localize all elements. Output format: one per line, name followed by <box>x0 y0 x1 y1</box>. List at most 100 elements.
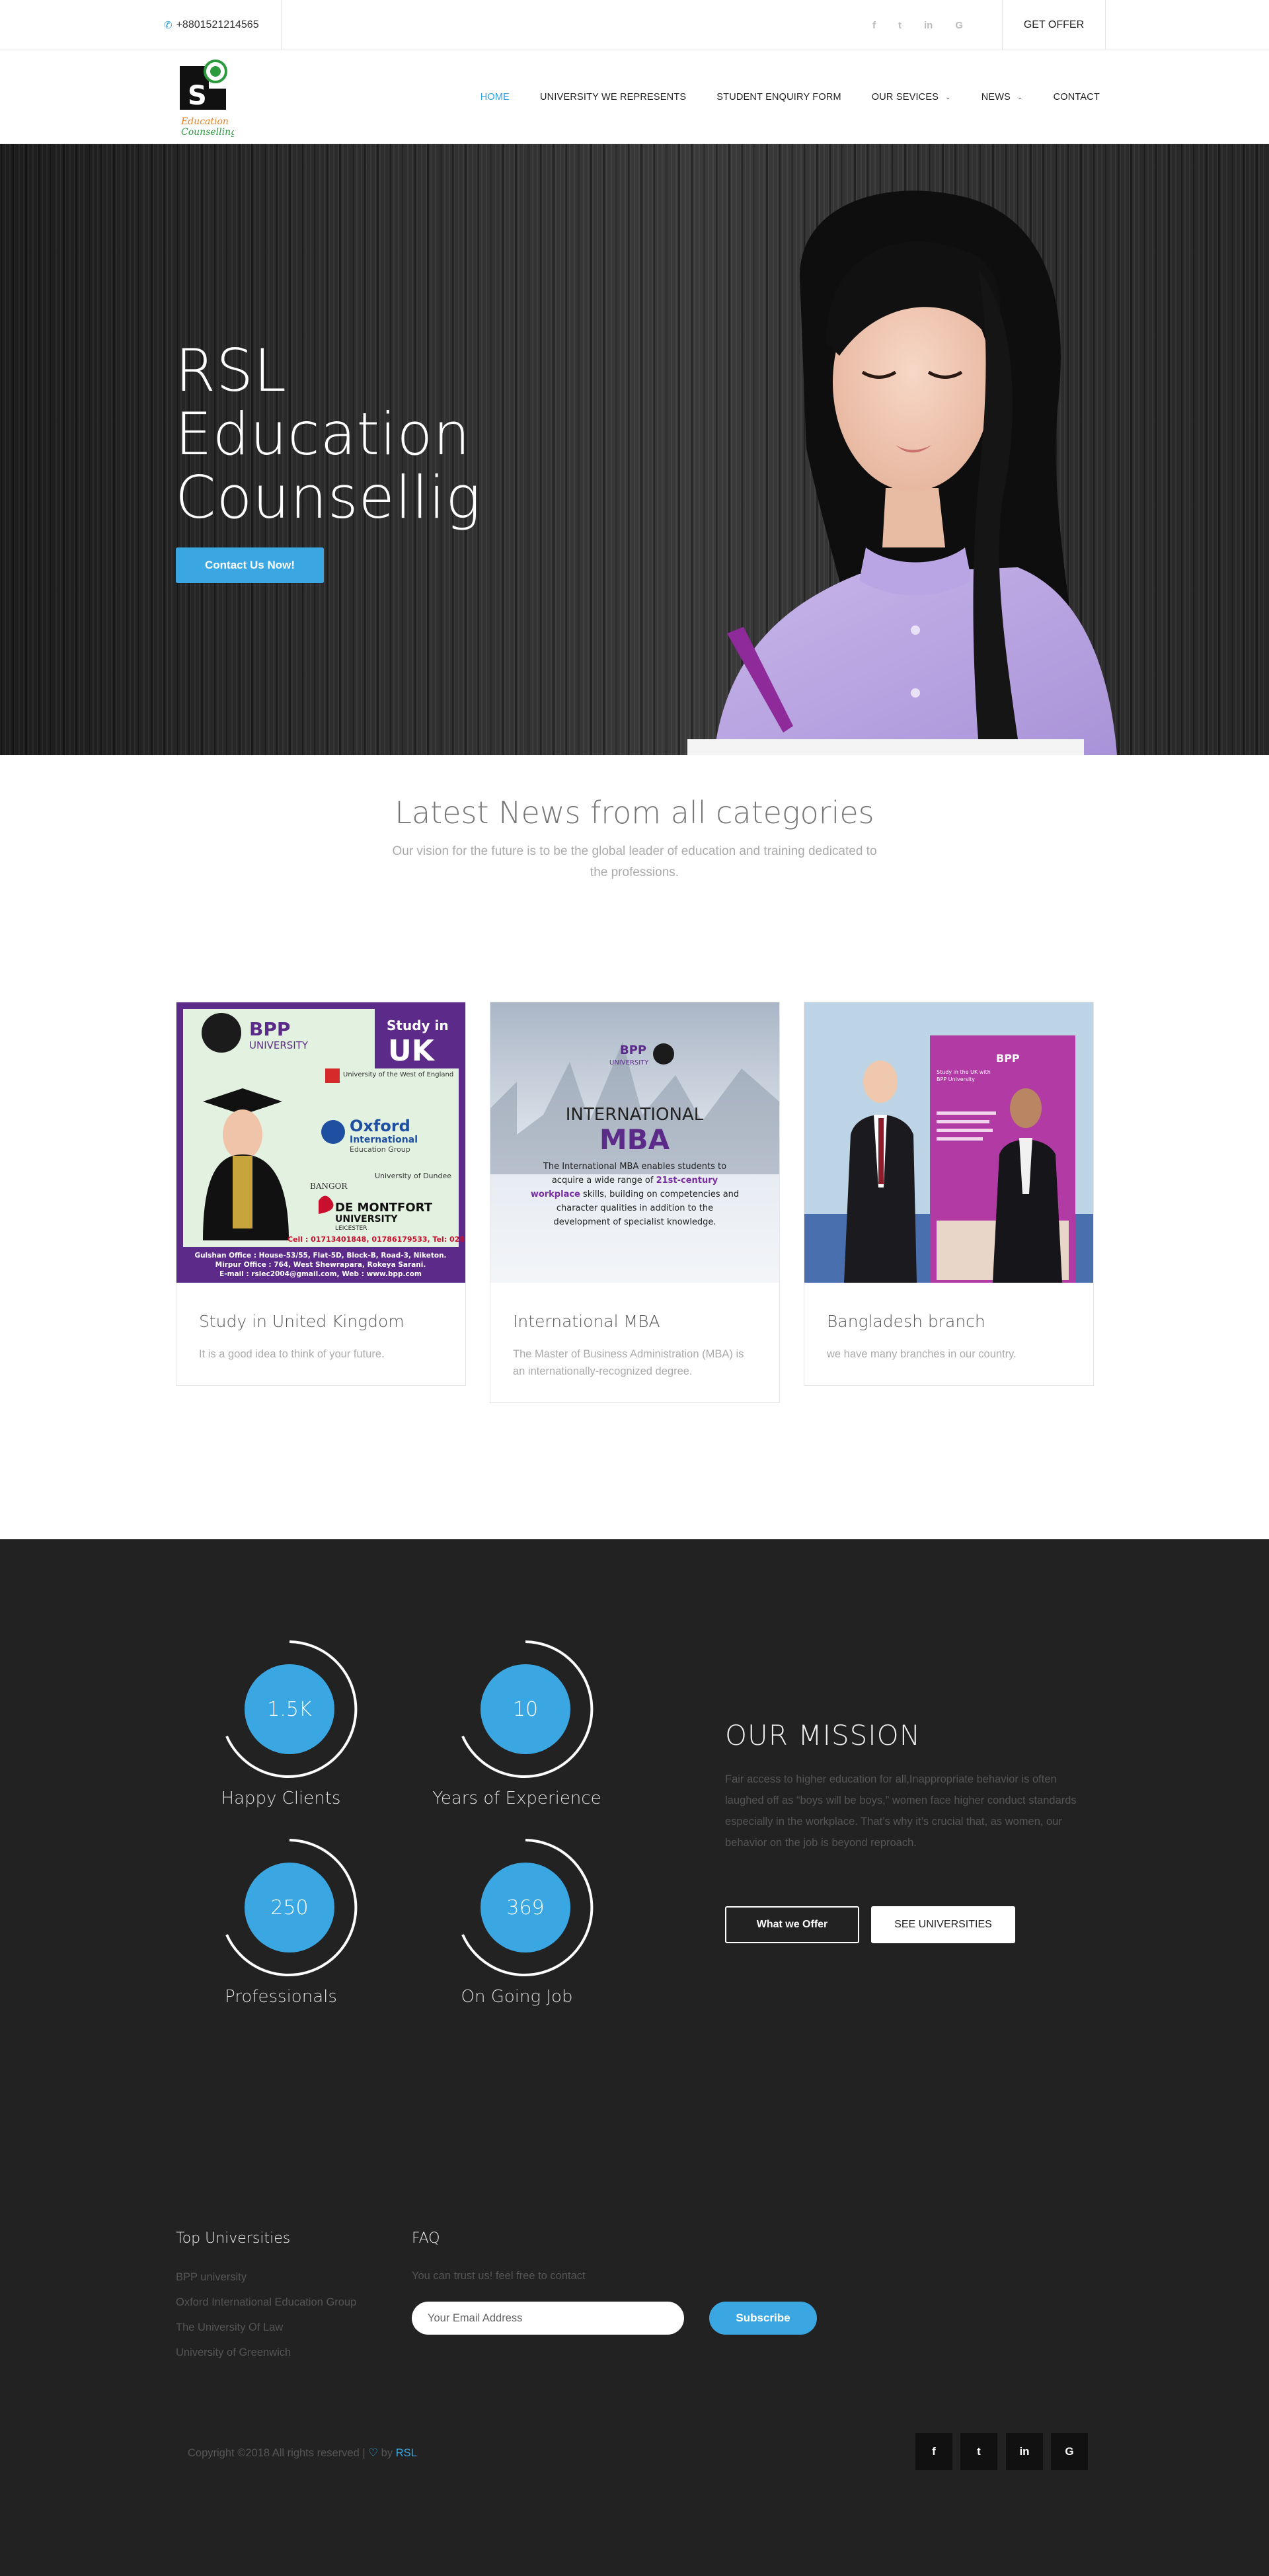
stat-counter: 10 <box>455 1638 596 1780</box>
mission-title: OUR MISSION <box>725 1719 921 1751</box>
stats-and-footer-section <box>0 1539 1269 2576</box>
copyright-brand-link[interactable]: RSL <box>396 2447 417 2459</box>
svg-text:DE MONTFORT: DE MONTFORT <box>335 1201 433 1215</box>
facebook-icon[interactable]: f <box>915 2433 952 2470</box>
hero-banner: RSL Education Counsellig Contact Us Now! <box>0 144 1269 755</box>
svg-text:University of the West of Engl: University of the West of England <box>343 1071 453 1078</box>
stat-counter: 369 <box>455 1837 596 1978</box>
svg-text:BPP: BPP <box>249 1018 290 1040</box>
news-card-description: It is a good idea to think of your futur… <box>199 1348 385 1360</box>
stat-value: 369 <box>481 1863 570 1952</box>
hero-student-image <box>687 190 1117 755</box>
google-icon[interactable]: G <box>1051 2433 1088 2470</box>
linkedin-icon[interactable]: in <box>924 20 933 31</box>
svg-text:University of Dundee: University of Dundee <box>375 1172 451 1180</box>
copyright-text: Copyright ©2018 All rights reserved | ♡ … <box>188 2447 417 2459</box>
news-card-title[interactable]: International MBA <box>490 1283 779 1331</box>
top-social-links: f t in G <box>872 0 963 50</box>
contact-us-button[interactable]: Contact Us Now! <box>176 547 324 583</box>
news-card[interactable]: BPP UNIVERSITY INTERNATIONAL MBA The Int… <box>490 1002 780 1403</box>
svg-text:Counselling: Counselling <box>181 127 234 138</box>
top-universities-heading: Top Universities <box>176 2230 291 2247</box>
svg-text:UNIVERSITY: UNIVERSITY <box>335 1214 398 1225</box>
phone-contact[interactable]: ✆ +8801521214565 <box>164 0 286 50</box>
news-card-image: BPP UNIVERSITY INTERNATIONAL MBA The Int… <box>490 1002 779 1283</box>
section-title: Latest News from all categories <box>395 795 874 830</box>
what-we-offer-button[interactable]: What we Offer <box>725 1906 859 1943</box>
stat-value: 1.5K <box>245 1664 334 1754</box>
news-card-description: we have many branches in our country. <box>827 1348 1017 1360</box>
divider <box>281 0 282 50</box>
footer-link-greenwich[interactable]: University of Greenwich <box>176 2347 291 2359</box>
svg-text:International: International <box>350 1135 418 1145</box>
svg-text:S: S <box>188 81 207 111</box>
news-card-title[interactable]: Study in United Kingdom <box>176 1283 465 1331</box>
nav-item-enquiry-form[interactable]: STUDENT ENQUIRY FORM <box>716 92 841 102</box>
news-card[interactable]: BPP UNIVERSITY Study in UK University of… <box>176 1002 466 1386</box>
footer-link-oxford[interactable]: Oxford International Education Group <box>176 2296 356 2309</box>
svg-text:LEICESTER: LEICESTER <box>335 1225 367 1232</box>
svg-text:Mirpur Office : 764, West Shew: Mirpur Office : 764, West Shewrapara, Ro… <box>215 1261 426 1269</box>
svg-text:MBA: MBA <box>599 1123 670 1156</box>
linkedin-icon[interactable]: in <box>1006 2433 1043 2470</box>
svg-text:UK: UK <box>388 1034 436 1068</box>
stat-label: Professionals <box>225 1987 337 2007</box>
main-navigation: S Education Counselling HOME UNIVERSITY … <box>0 50 1269 144</box>
svg-text:Education: Education <box>180 116 229 127</box>
see-universities-button[interactable]: SEE UNIVERSITIES <box>871 1906 1015 1943</box>
svg-text:E-mail : rslec2004@gmail.com,: E-mail : rslec2004@gmail.com, Web : www.… <box>219 1270 422 1278</box>
footer-link-law[interactable]: The University Of Law <box>176 2321 283 2334</box>
subscribe-button[interactable]: Subscribe <box>709 2302 817 2335</box>
twitter-icon[interactable]: t <box>960 2433 997 2470</box>
news-card-image: BPP Study in the UK with BPP University <box>804 1002 1093 1283</box>
phone-number: +8801521214565 <box>176 19 259 30</box>
svg-text:UNIVERSITY: UNIVERSITY <box>249 1039 309 1051</box>
site-logo[interactable]: S Education Counselling <box>177 57 237 139</box>
news-card[interactable]: BPP Study in the UK with BPP University <box>804 1002 1094 1386</box>
svg-text:BPP: BPP <box>620 1043 646 1057</box>
svg-text:BANGOR: BANGOR <box>310 1182 348 1191</box>
latest-news-section: Latest News from all categories Our visi… <box>0 755 1269 1539</box>
mission-text: Fair access to higher education for all,… <box>725 1773 1077 1849</box>
faq-note: You can trust us! feel free to contact <box>412 2270 586 2282</box>
nav-item-contact[interactable]: CONTACT <box>1054 92 1100 102</box>
heart-icon: ♡ <box>368 2447 379 2459</box>
get-offer-link[interactable]: GET OFFER <box>1003 0 1105 50</box>
svg-text:INTERNATIONAL: INTERNATIONAL <box>566 1105 704 1125</box>
stat-label: Happy Clients <box>221 1789 341 1808</box>
phone-icon: ✆ <box>164 20 173 31</box>
stat-label: Years of Experience <box>432 1789 601 1808</box>
nav-item-home[interactable]: HOME <box>481 92 510 102</box>
section-subtitle: Our vision for the future is to be the g… <box>392 844 877 879</box>
svg-text:Gulshan Office : House-53/55,: Gulshan Office : House-53/55, Flat-5D, B… <box>194 1252 446 1260</box>
svg-text:Study in: Study in <box>387 1018 449 1033</box>
news-card-image: BPP UNIVERSITY Study in UK University of… <box>176 1002 465 1283</box>
chevron-down-icon: ⌄ <box>945 93 951 101</box>
hero-title: RSL Education Counsellig <box>175 337 481 532</box>
nav-item-news[interactable]: NEWS ⌄ <box>981 92 1023 102</box>
stat-label: On Going Job <box>461 1987 573 2007</box>
top-bar: ✆ +8801521214565 f t in G GET OFFER <box>0 0 1269 50</box>
chevron-down-icon: ⌄ <box>1017 93 1023 101</box>
faq-heading: FAQ <box>412 2230 440 2247</box>
svg-text:BPP: BPP <box>996 1052 1020 1065</box>
stat-value: 250 <box>245 1863 334 1952</box>
stat-value: 10 <box>481 1664 570 1754</box>
svg-text:Oxford: Oxford <box>350 1117 410 1135</box>
svg-text:Cell : 01713401848, 0178617953: Cell : 01713401848, 01786179533, Tel: 02… <box>288 1235 465 1244</box>
nav-menu: HOME UNIVERSITY WE REPRESENTS STUDENT EN… <box>450 50 1100 144</box>
divider <box>1105 0 1106 50</box>
news-card-title[interactable]: Bangladesh branch <box>804 1283 1093 1331</box>
svg-text:UNIVERSITY: UNIVERSITY <box>609 1059 649 1067</box>
email-input[interactable] <box>412 2302 684 2335</box>
google-icon[interactable]: G <box>955 20 963 31</box>
svg-text:Education Group: Education Group <box>350 1145 410 1154</box>
twitter-icon[interactable]: t <box>898 20 902 31</box>
facebook-icon[interactable]: f <box>872 20 876 31</box>
news-card-description: The Master of Business Administration (M… <box>513 1348 744 1377</box>
stat-counter: 250 <box>219 1837 360 1978</box>
stat-counter: 1.5K <box>219 1638 360 1780</box>
nav-item-services[interactable]: OUR SEVICES ⌄ <box>872 92 951 102</box>
footer-link-bpp[interactable]: BPP university <box>176 2271 247 2284</box>
nav-item-universities[interactable]: UNIVERSITY WE REPRESENTS <box>540 92 686 102</box>
